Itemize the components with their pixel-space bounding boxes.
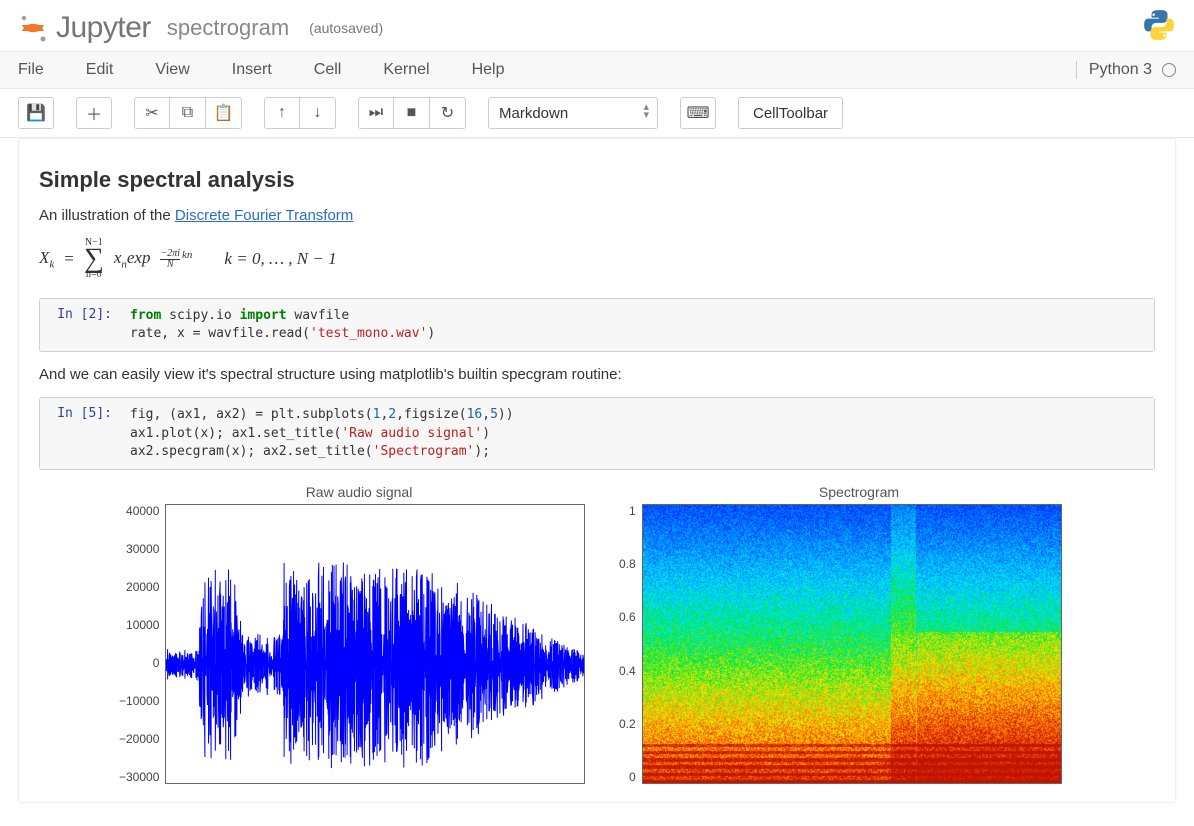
copy-icon: ⧉ — [182, 104, 193, 122]
raw-audio-chart — [165, 504, 585, 784]
kernel-indicator[interactable]: Python 3 — [1076, 61, 1176, 79]
math-equation: Xk = N−1 ∑ n=0 xnexp −2πi N kn k = 0, … … — [39, 238, 1155, 280]
kernel-name: Python 3 — [1089, 61, 1152, 79]
keyboard-icon: ⌨ — [686, 103, 709, 123]
jupyter-wordmark: Jupyter — [56, 11, 151, 45]
run-group: ⏭ ■ ↻ — [358, 97, 466, 129]
move-group: ↑ ↓ — [264, 97, 336, 129]
toolbar: 💾 ＋ ✂ ⧉ 📋 ↑ ↓ ⏭ ■ ↻ Markdown ▴▾ ⌨ CellTo… — [0, 89, 1194, 138]
paste-button[interactable]: 📋 — [206, 97, 242, 129]
stop-icon: ■ — [407, 104, 417, 122]
kernel-status-icon — [1162, 63, 1176, 77]
plus-icon: ＋ — [86, 101, 102, 125]
cell-type-value: Markdown — [499, 105, 568, 122]
save-button[interactable]: 💾 — [18, 97, 54, 129]
menu-insert[interactable]: Insert — [232, 61, 272, 79]
step-forward-icon: ⏭ — [369, 104, 383, 122]
python-logo-icon — [1142, 8, 1176, 47]
code-input[interactable]: from scipy.io import wavfile rate, x = w… — [120, 299, 1154, 351]
input-prompt: In [2]: — [40, 299, 120, 351]
run-button[interactable]: ⏭ — [358, 97, 394, 129]
jupyter-planet-icon — [18, 13, 48, 43]
arrow-up-icon: ↑ — [278, 104, 286, 122]
plot-title: Spectrogram — [619, 484, 1099, 500]
cut-icon: ✂ — [145, 103, 158, 123]
arrow-down-icon: ↓ — [314, 104, 322, 122]
menu-help[interactable]: Help — [472, 61, 505, 79]
code-cell-5[interactable]: In [5]: fig, (ax1, ax2) = plt.subplots(1… — [39, 397, 1155, 470]
markdown-heading[interactable]: Simple spectral analysis — [39, 167, 1155, 193]
code-cell-2[interactable]: In [2]: from scipy.io import wavfile rat… — [39, 298, 1155, 352]
cell-5-output: . Raw audio signal 40000 30000 20000 100… — [39, 484, 1155, 784]
spectrogram-chart — [642, 504, 1062, 784]
menu-kernel[interactable]: Kernel — [383, 61, 429, 79]
dft-link[interactable]: Discrete Fourier Transform — [175, 207, 353, 224]
markdown-cell-spec[interactable]: And we can easily view it's spectral str… — [39, 366, 1155, 383]
plot-title: Raw audio signal — [119, 484, 599, 500]
markdown-cell-intro[interactable]: An illustration of the Discrete Fourier … — [39, 207, 1155, 224]
menu-cell[interactable]: Cell — [314, 61, 342, 79]
menu-view[interactable]: View — [155, 61, 189, 79]
move-down-button[interactable]: ↓ — [300, 97, 336, 129]
notebook-header: Jupyter spectrogram (autosaved) — [0, 0, 1194, 51]
move-up-button[interactable]: ↑ — [264, 97, 300, 129]
interrupt-button[interactable]: ■ — [394, 97, 430, 129]
menu-file[interactable]: File — [18, 61, 44, 79]
yticks-spec: 1 0.8 0.6 0.4 0.2 0 — [619, 504, 642, 784]
cell-toolbar-button[interactable]: CellToolbar — [738, 97, 843, 129]
fraction: −2πi N — [160, 249, 180, 270]
sigma-icon: N−1 ∑ n=0 — [84, 238, 104, 280]
save-icon: 💾 — [26, 103, 46, 123]
paste-icon: 📋 — [214, 103, 234, 123]
restart-button[interactable]: ↻ — [430, 97, 466, 129]
jupyter-logo[interactable]: Jupyter — [18, 11, 151, 45]
spectrogram-plot: Spectrogram 1 0.8 0.6 0.4 0.2 0 — [619, 484, 1099, 784]
md-intro-text: An illustration of the — [39, 207, 175, 224]
select-caret-icon: ▴▾ — [643, 103, 649, 119]
command-palette-button[interactable]: ⌨ — [680, 97, 716, 129]
notebook-name[interactable]: spectrogram — [167, 15, 289, 41]
menu-edit[interactable]: Edit — [86, 61, 114, 79]
raw-audio-plot: Raw audio signal 40000 30000 20000 10000… — [119, 484, 599, 784]
yticks-raw: 40000 30000 20000 10000 0 −10000 −20000 … — [119, 504, 165, 784]
autosave-status: (autosaved) — [309, 20, 383, 36]
cut-button[interactable]: ✂ — [134, 97, 170, 129]
cell-type-select[interactable]: Markdown ▴▾ — [488, 97, 658, 129]
input-prompt: In [5]: — [40, 398, 120, 469]
menu-bar: File Edit View Insert Cell Kernel Help P… — [0, 51, 1194, 89]
restart-icon: ↻ — [441, 103, 454, 123]
copy-button[interactable]: ⧉ — [170, 97, 206, 129]
notebook-container: Simple spectral analysis An illustration… — [18, 138, 1176, 803]
insert-cell-below-button[interactable]: ＋ — [76, 97, 112, 129]
edit-group: ✂ ⧉ 📋 — [134, 97, 242, 129]
cell-toolbar-label: CellToolbar — [753, 105, 828, 122]
code-input[interactable]: fig, (ax1, ax2) = plt.subplots(1,2,figsi… — [120, 398, 1154, 469]
